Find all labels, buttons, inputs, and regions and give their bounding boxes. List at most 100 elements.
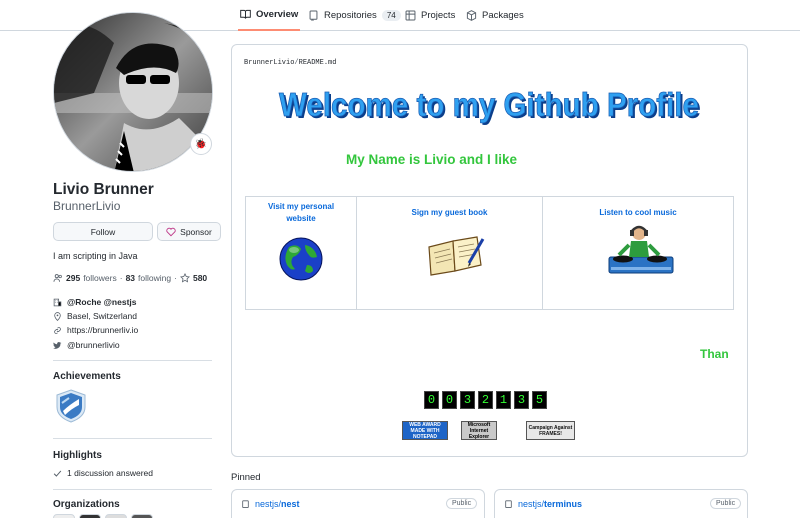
star-icon [180, 273, 190, 283]
stars-count[interactable]: 580 [193, 273, 207, 283]
company-roche-link[interactable]: @Roche [67, 297, 101, 307]
profile-company: @Roche @nestjs [53, 297, 137, 307]
repositories-count-badge: 74 [381, 10, 401, 21]
repo-icon [242, 499, 249, 508]
table-cell: Visit my personal website [246, 197, 357, 309]
location-icon [54, 311, 61, 321]
notepad-badge-text: WEB AWARD MADE WITH NOTEPAD [409, 421, 441, 440]
counter-digit: 5 [532, 391, 547, 409]
follow-stats: 295 followers · 83 following · 580 [53, 273, 207, 283]
pinned-repo-link[interactable]: nestjs/nest [241, 499, 300, 509]
readme-owner-link[interactable]: BrunnerLivio [244, 59, 294, 67]
counter-digit: 0 [442, 391, 457, 409]
profile-bio: I am scripting in Java [53, 251, 138, 261]
pinned-repo-link[interactable]: nestjs/terminus [504, 499, 582, 509]
organization-avatars [53, 514, 153, 518]
internet-explorer-badge[interactable]: Microsoft Internet Explorer [461, 421, 497, 440]
pinned-heading: Pinned [231, 472, 261, 483]
package-icon [466, 10, 477, 21]
heart-icon [166, 227, 176, 236]
ladybug-icon: 🐞 [194, 138, 208, 150]
org-avatar[interactable] [105, 514, 127, 518]
counter-digit: 0 [424, 391, 439, 409]
repo-owner: nestjs/ [518, 499, 545, 509]
profile-twitter: @brunnerlivio [53, 340, 120, 350]
guest-book-link[interactable]: Sign my guest book [357, 207, 542, 219]
website-link[interactable]: https://brunnerliv.io [67, 325, 138, 335]
frames-badge-text: Campaign Against FRAMES! [528, 424, 573, 437]
globe-icon[interactable] [279, 237, 323, 281]
anti-frames-badge[interactable]: Campaign Against FRAMES! [526, 421, 575, 440]
stats-separator: · [119, 273, 123, 283]
tab-packages[interactable]: Packages [466, 0, 524, 31]
table-icon [405, 10, 416, 21]
repo-icon [309, 10, 318, 21]
repo-name: nest [281, 499, 300, 509]
visibility-badge: Public [446, 498, 478, 509]
highlight-text: 1 discussion answered [67, 468, 153, 478]
status-emoji-button[interactable]: 🐞 [190, 133, 212, 155]
profile-website: https://brunnerliv.io [53, 325, 138, 335]
repo-owner: nestjs/ [255, 499, 282, 509]
org-avatar[interactable] [53, 514, 75, 518]
achievement-badge[interactable] [55, 389, 87, 423]
twitter-link[interactable]: @brunnerlivio [67, 340, 120, 350]
sponsor-button[interactable]: Sponsor [157, 222, 221, 241]
org-avatar[interactable] [79, 514, 101, 518]
intro-heading: My Name is Livio and I like [346, 152, 518, 167]
table-cell: Listen to cool music [543, 197, 733, 309]
avatar[interactable] [53, 12, 213, 172]
table-cell: Sign my guest book [357, 197, 543, 309]
tab-projects[interactable]: Projects [405, 0, 455, 31]
check-icon [53, 470, 62, 477]
achievements-heading: Achievements [53, 371, 121, 382]
links-table: Visit my personal website Sign my guest … [245, 196, 734, 310]
follow-button-label: Follow [90, 226, 116, 237]
tab-projects-label: Projects [421, 10, 456, 21]
book-icon [240, 9, 251, 19]
personal-website-link[interactable]: Visit my personal website [246, 201, 356, 225]
counter-digit: 3 [460, 391, 475, 409]
readme-file-link[interactable]: README.md [299, 59, 337, 67]
highlight-discussion: 1 discussion answered [53, 468, 153, 478]
company-nestjs-link[interactable]: @nestjs [104, 297, 137, 307]
readme-path: BrunnerLivio/README.md [244, 59, 336, 67]
open-book-icon[interactable] [425, 233, 485, 277]
welcome-wordart-banner: Welcome to my Github Profile Welcome to … [279, 86, 701, 125]
counter-digit: 1 [496, 391, 511, 409]
tab-overview[interactable]: Overview [238, 0, 301, 31]
dj-turntable-icon[interactable] [607, 223, 675, 277]
tab-repositories-label: Repositories [324, 10, 377, 21]
followers-label[interactable]: followers [83, 273, 117, 283]
divider [53, 489, 212, 490]
org-avatar[interactable] [131, 514, 153, 518]
following-count[interactable]: 83 [126, 273, 135, 283]
welcome-wordart-text: Welcome to my Github Profile [279, 86, 699, 123]
counter-digit: 3 [514, 391, 529, 409]
counter-digit: 2 [478, 391, 493, 409]
repo-name: terminus [544, 499, 583, 509]
visitor-counter: 0 0 3 2 1 3 5 [424, 391, 547, 409]
repo-icon [505, 499, 512, 508]
organizations-heading: Organizations [53, 499, 120, 510]
divider [53, 438, 212, 439]
stats-separator: · [174, 273, 177, 283]
organization-icon [53, 298, 62, 306]
tab-repositories[interactable]: Repositories 74 [308, 0, 401, 31]
divider [53, 360, 212, 361]
cool-music-link[interactable]: Listen to cool music [543, 207, 733, 219]
visibility-badge: Public [710, 498, 742, 509]
notepad-badge[interactable]: WEB AWARD MADE WITH NOTEPAD [402, 421, 448, 440]
following-label[interactable]: following [138, 273, 171, 283]
followers-count[interactable]: 295 [66, 273, 80, 283]
avatar-photo [54, 13, 212, 171]
follow-button[interactable]: Follow [53, 222, 153, 241]
highlights-heading: Highlights [53, 450, 102, 461]
location-text: Basel, Switzerland [67, 311, 137, 321]
sponsor-button-label: Sponsor [180, 226, 212, 237]
tab-overview-label: Overview [256, 9, 299, 20]
profile-full-name: Livio Brunner [53, 181, 154, 198]
people-icon [53, 274, 62, 282]
ie-badge-text: Microsoft Internet Explorer [467, 421, 491, 440]
twitter-icon [53, 341, 62, 349]
